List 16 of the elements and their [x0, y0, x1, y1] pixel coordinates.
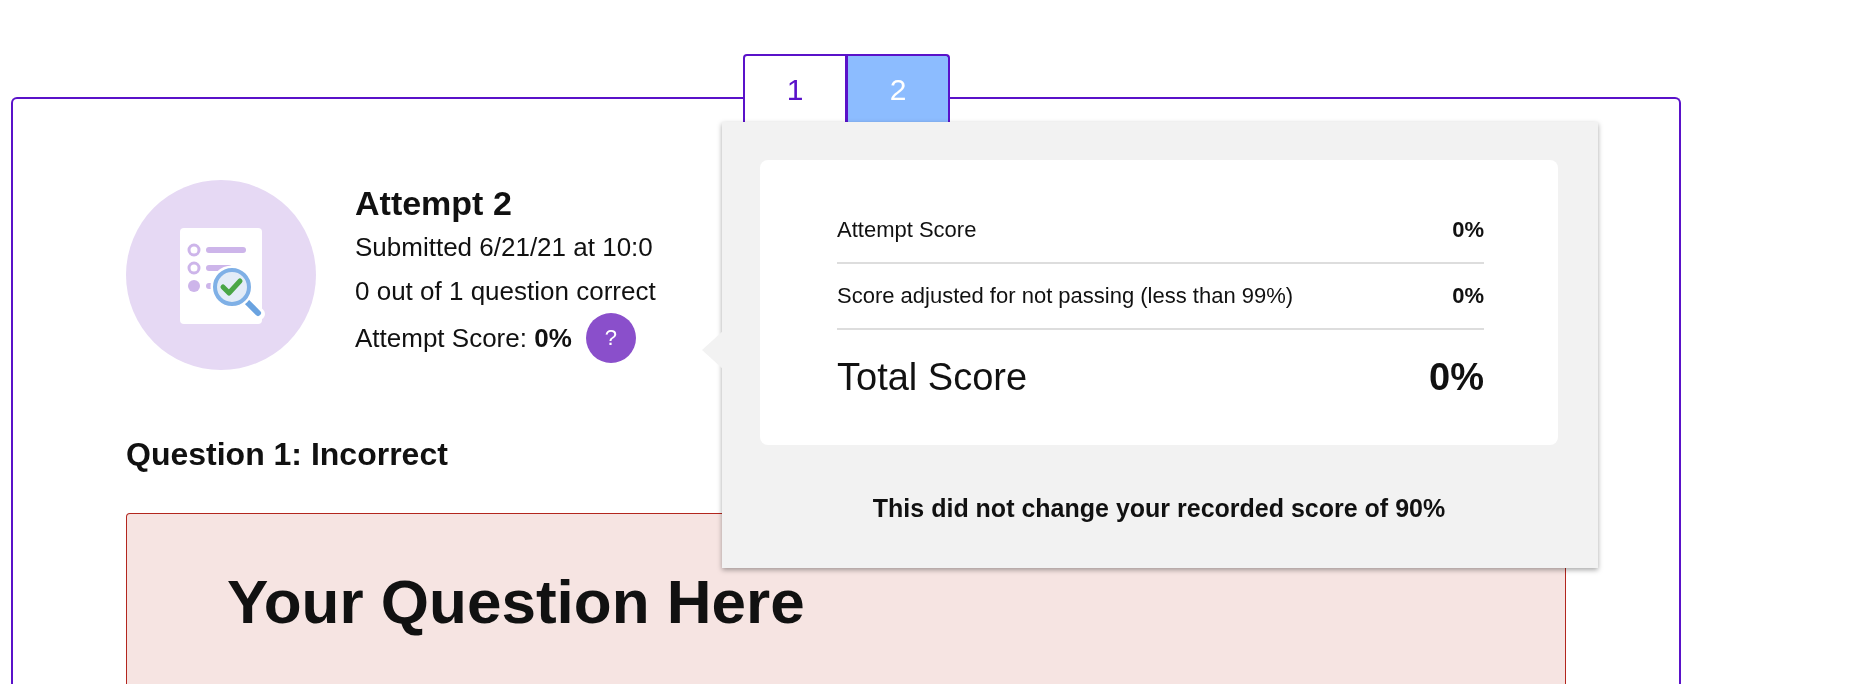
score-label: Attempt Score: [837, 217, 977, 243]
total-score-value: 0%: [1429, 355, 1484, 399]
total-score-label: Total Score: [837, 355, 1028, 399]
question-heading: Question 1: Incorrect: [126, 436, 449, 473]
help-button[interactable]: ?: [585, 313, 636, 363]
score-value: 0%: [1452, 283, 1484, 309]
checklist-magnifier-icon: [126, 180, 316, 370]
question-title: Your Question Here: [227, 566, 806, 637]
submitted-date: Submitted 6/21/21 at 10:0: [355, 231, 654, 264]
attempt-tab[interactable]: 1: [743, 54, 847, 123]
score-note: This did not change your recorded score of 90%: [871, 494, 1447, 523]
questions-correct: 0 out of 1 question correct: [355, 275, 656, 308]
score-value: 0%: [1452, 217, 1484, 243]
attempt-score: Attempt Score: 0%: [355, 322, 572, 355]
score-label: Score adjusted for not passing (less than 99%): [837, 283, 1294, 309]
attempt-title: Attempt 2: [355, 183, 513, 224]
